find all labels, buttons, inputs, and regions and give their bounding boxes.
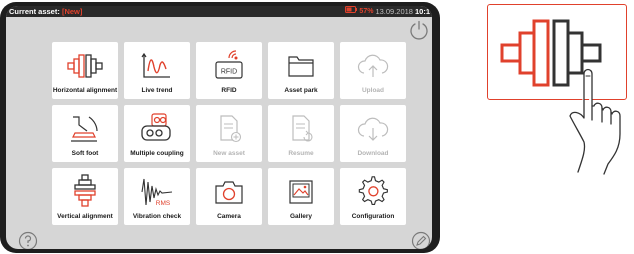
vibration-check-icon: RMS [141, 178, 173, 207]
status-bar: Current asset: [New] 57% 13.09.2018 10:1 [6, 6, 432, 17]
tile-label: Vertical alignment [57, 213, 113, 220]
tile-resume[interactable]: Resume [268, 105, 334, 162]
folder-icon [288, 56, 314, 77]
current-asset-indicator: Current asset: [New] [9, 6, 82, 17]
soft-foot-icon [71, 116, 98, 142]
tile-label: Download [357, 150, 389, 157]
tile-new-asset[interactable]: New asset [196, 105, 262, 162]
gear-icon [358, 176, 388, 205]
current-asset-label: Current asset: [9, 7, 60, 16]
tile-label: Soft foot [71, 150, 99, 157]
tile-label: Upload [361, 87, 385, 94]
tile-label: Gallery [289, 213, 313, 220]
status-time: 10:1 [414, 7, 430, 16]
tile-camera[interactable]: Camera [196, 168, 262, 225]
tile-label: Resume [288, 150, 314, 157]
tile-label: Asset park [284, 87, 318, 94]
new-document-icon [220, 115, 242, 143]
tablet-device: Current asset: [New] 57% 13.09.2018 10:1 [0, 2, 440, 253]
gallery-icon [289, 180, 313, 204]
tile-configuration[interactable]: Configuration [340, 168, 406, 225]
help-button[interactable] [18, 231, 38, 249]
tile-rfid[interactable]: RFID RFID [196, 42, 262, 99]
tile-label: Configuration [351, 213, 395, 220]
camera-icon [215, 181, 243, 204]
battery-level: 57% [359, 8, 374, 15]
tile-live-trend[interactable]: Live trend [124, 42, 190, 99]
live-trend-icon [141, 52, 170, 78]
tablet-screen: Current asset: [New] 57% 13.09.2018 10:1 [6, 6, 432, 249]
tile-horizontal-alignment[interactable]: Horizontal alignment [52, 42, 118, 99]
help-icon [18, 231, 38, 249]
tile-download[interactable]: Download [340, 105, 406, 162]
tile-label: Live trend [141, 87, 173, 94]
tile-label: Horizontal alignment [52, 87, 118, 94]
tile-gallery[interactable]: Gallery [268, 168, 334, 225]
tile-label: New asset [213, 150, 245, 157]
edit-button[interactable] [411, 231, 431, 249]
tile-vibration-check[interactable]: RMS Vibration check [124, 168, 190, 225]
tap-illustration [484, 2, 634, 178]
resume-document-icon [292, 115, 313, 142]
cloud-download-icon [357, 117, 389, 141]
vertical-alignment-icon [74, 174, 96, 207]
status-right: 57% 13.09.2018 10:1 [345, 6, 430, 17]
main-menu-grid: Horizontal alignment Live trend RFID RFI… [52, 42, 406, 225]
tile-label: Vibration check [132, 213, 182, 220]
rms-icon-text: RMS [156, 200, 171, 207]
battery-icon [345, 6, 358, 17]
tile-label: Camera [217, 213, 241, 220]
power-button[interactable] [408, 19, 430, 41]
tile-asset-park[interactable]: Asset park [268, 42, 334, 99]
rfid-icon: RFID [215, 50, 243, 79]
cloud-upload-icon [357, 54, 389, 77]
tile-label: RFID [221, 87, 237, 94]
tile-multiple-coupling[interactable]: Multiple coupling [124, 105, 190, 162]
multiple-coupling-icon [141, 113, 171, 141]
tile-vertical-alignment[interactable]: Vertical alignment [52, 168, 118, 225]
hand-pointer-icon [569, 68, 621, 175]
rfid-icon-text: RFID [221, 69, 237, 76]
pencil-icon [411, 231, 431, 249]
tile-upload[interactable]: Upload [340, 42, 406, 99]
tile-soft-foot[interactable]: Soft foot [52, 105, 118, 162]
power-icon [410, 20, 428, 40]
status-date: 13.09.2018 [375, 7, 413, 16]
tile-label: Multiple coupling [130, 150, 184, 157]
current-asset-value: [New] [61, 7, 83, 16]
horizontal-alignment-icon [67, 54, 103, 78]
